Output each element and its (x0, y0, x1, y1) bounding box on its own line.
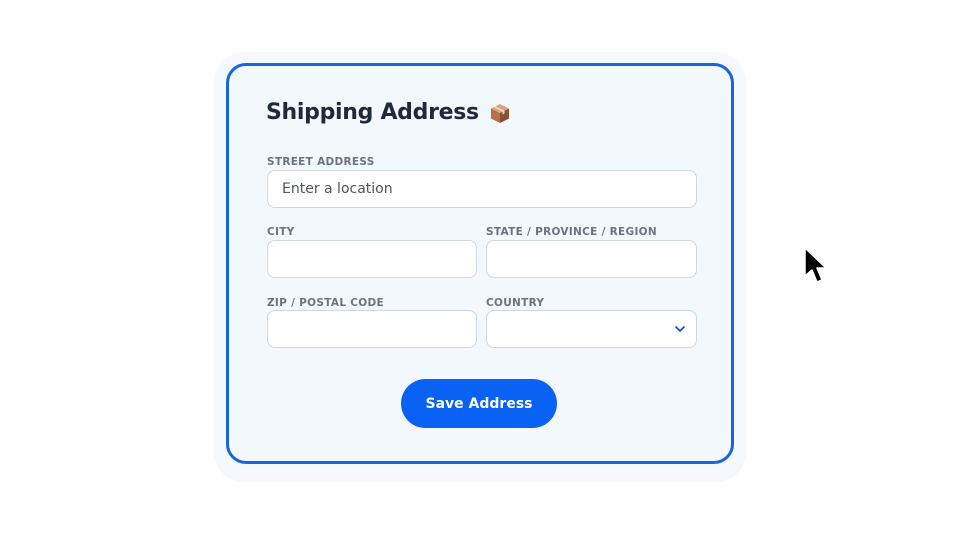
mouse-cursor-icon (804, 247, 827, 283)
city-label: CITY (267, 226, 295, 238)
save-address-button[interactable]: Save Address (401, 379, 557, 428)
chevron-down-icon (675, 326, 685, 332)
country-select[interactable] (486, 310, 697, 348)
country-label: COUNTRY (486, 297, 545, 309)
street-address-input[interactable] (268, 171, 696, 207)
city-input[interactable] (268, 241, 476, 277)
title-row: Shipping Address (266, 100, 511, 125)
zip-field (267, 310, 477, 348)
shipping-address-card: Shipping Address STREET ADDRESS CITY STA… (226, 63, 734, 464)
zip-label: ZIP / POSTAL CODE (267, 297, 384, 309)
zip-input[interactable] (268, 311, 476, 347)
page-title: Shipping Address (266, 100, 479, 125)
street-address-label: STREET ADDRESS (267, 156, 375, 168)
city-field (267, 240, 477, 278)
package-icon (489, 102, 511, 124)
state-input[interactable] (487, 241, 696, 277)
page: Shipping Address STREET ADDRESS CITY STA… (0, 0, 959, 538)
state-field (486, 240, 697, 278)
street-address-field (267, 170, 697, 208)
state-label: STATE / PROVINCE / REGION (486, 226, 657, 238)
